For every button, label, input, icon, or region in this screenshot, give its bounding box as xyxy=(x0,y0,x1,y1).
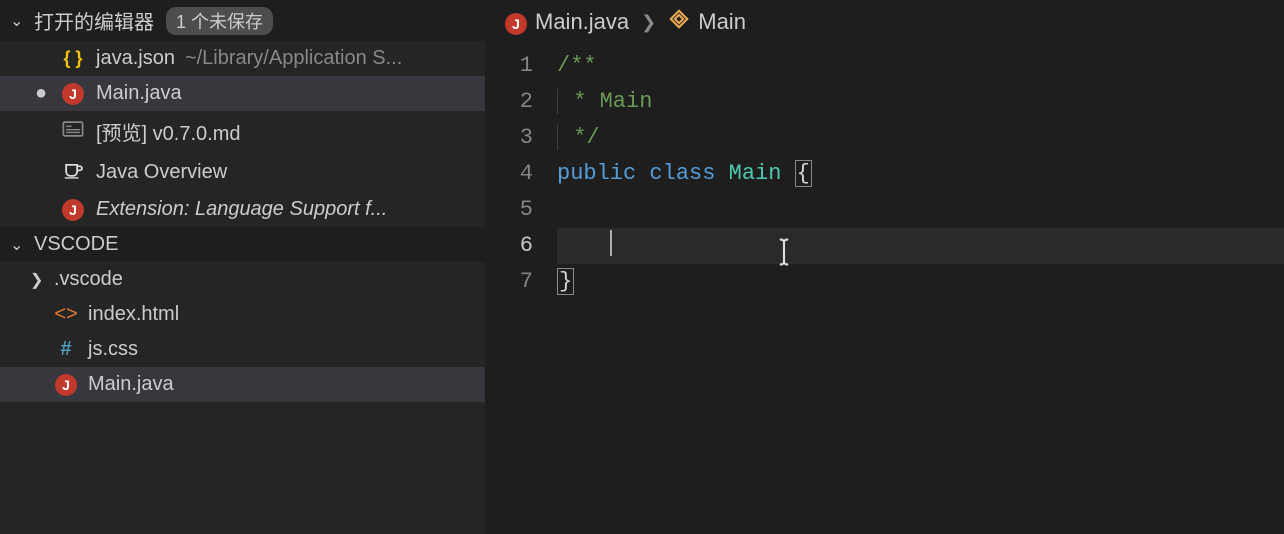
file-icon: J xyxy=(60,199,86,221)
file-icon: J xyxy=(54,374,78,396)
code-line xyxy=(557,228,1284,264)
workspace-file-item[interactable]: # js.css xyxy=(0,332,485,367)
file-path: ~/Library/Application S... xyxy=(185,47,402,70)
code-line: public class Main { xyxy=(557,156,1284,192)
open-editors-header[interactable]: ⌄ 打开的编辑器 1 个未保存 xyxy=(0,0,485,41)
workspace-file-item[interactable]: <> index.html xyxy=(0,297,485,332)
code-area[interactable]: 1234567 /** * Main */public class Main {… xyxy=(485,44,1284,534)
file-icon: # xyxy=(54,338,78,361)
file-name: Extension: Language Support f... xyxy=(96,198,387,221)
file-name: Java Overview xyxy=(96,161,227,184)
text-caret xyxy=(610,230,612,256)
twisty-icon: ❯ xyxy=(30,270,54,290)
file-name: Main.java xyxy=(96,82,182,105)
workspace-file-item[interactable]: ❯.vscode xyxy=(0,262,485,297)
chevron-down-icon: ⌄ xyxy=(10,235,28,255)
file-name: js.css xyxy=(88,338,138,361)
explorer-sidebar: ⌄ 打开的编辑器 1 个未保存 { } java.json ~/Library/Ap… xyxy=(0,0,485,534)
open-editors-list: { } java.json ~/Library/Application S... ● J… xyxy=(0,41,485,227)
workspace-files: ❯.vscode <> index.html # js.css J Main.java xyxy=(0,262,485,402)
line-number: 1 xyxy=(485,48,533,84)
text-cursor-icon xyxy=(774,238,794,273)
breadcrumb-separator-icon: ❯ xyxy=(641,12,656,33)
file-name: .vscode xyxy=(54,268,123,291)
code-content[interactable]: /** * Main */public class Main { } xyxy=(557,48,1284,534)
workspace-file-item[interactable]: J Main.java xyxy=(0,367,485,402)
open-editor-item[interactable]: J Extension: Language Support f... xyxy=(0,192,485,227)
open-editors-title: 打开的编辑器 xyxy=(34,6,154,35)
line-number: 2 xyxy=(485,84,533,120)
open-editor-item[interactable]: Java Overview xyxy=(0,152,485,192)
line-number: 5 xyxy=(485,192,533,228)
file-name: index.html xyxy=(88,303,179,326)
file-name: [预览] v0.7.0.md xyxy=(96,117,241,146)
code-line: } xyxy=(557,264,1284,300)
file-name: Main.java xyxy=(88,373,174,396)
java-file-icon: J xyxy=(505,9,527,35)
file-icon xyxy=(60,158,86,186)
chevron-down-icon: ⌄ xyxy=(10,11,28,31)
code-line xyxy=(557,192,1284,228)
open-editor-item[interactable]: [预览] v0.7.0.md xyxy=(0,111,485,152)
code-line: * Main xyxy=(557,84,1284,120)
open-editor-item[interactable]: ● J Main.java xyxy=(0,76,485,111)
file-icon: <> xyxy=(54,303,78,326)
line-number: 3 xyxy=(485,120,533,156)
line-number: 4 xyxy=(485,156,533,192)
breadcrumb[interactable]: J Main.java ❯ Main xyxy=(485,0,1284,44)
line-gutter: 1234567 xyxy=(485,48,557,534)
file-name: java.json xyxy=(96,47,175,70)
editor-pane: J Main.java ❯ Main 1234567 /** * Main */… xyxy=(485,0,1284,534)
code-line: */ xyxy=(557,120,1284,156)
file-icon: J xyxy=(60,83,86,105)
breadcrumb-symbol: Main xyxy=(698,9,746,35)
unsaved-dot-icon: ● xyxy=(35,82,47,105)
code-line: /** xyxy=(557,48,1284,84)
unsaved-badge: 1 个未保存 xyxy=(166,7,273,35)
line-number: 6 xyxy=(485,228,533,264)
workspace-title: VSCODE xyxy=(34,233,118,256)
file-icon xyxy=(60,118,86,146)
line-number: 7 xyxy=(485,264,533,300)
class-icon xyxy=(668,8,690,36)
workspace-header[interactable]: ⌄ VSCODE xyxy=(0,227,485,262)
open-editor-item[interactable]: { } java.json ~/Library/Application S... xyxy=(0,41,485,76)
file-icon: { } xyxy=(60,48,86,69)
breadcrumb-file: Main.java xyxy=(535,9,629,35)
